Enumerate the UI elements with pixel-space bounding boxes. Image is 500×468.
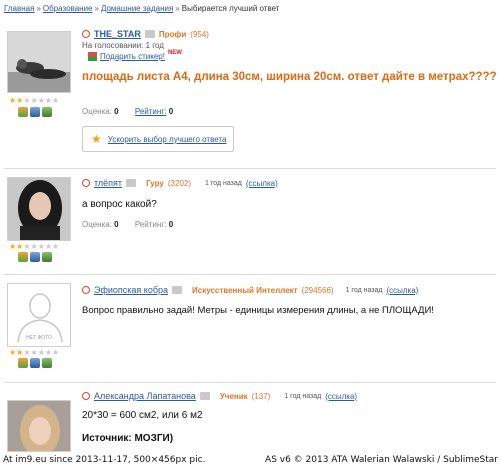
- camera-icon: [30, 252, 40, 262]
- author-rank-count: (294566): [301, 285, 334, 295]
- divider: [4, 168, 496, 169]
- message-icon: [42, 252, 52, 262]
- answer-text: 20*30 = 600 см2, или 6 м2: [82, 410, 203, 421]
- achievement-icon: [18, 358, 28, 368]
- rating-link[interactable]: Рейтинг:: [135, 107, 167, 116]
- author-rank: Искусственный Интеллект: [192, 285, 298, 295]
- mail-icon[interactable]: [144, 30, 155, 38]
- avatar[interactable]: [7, 31, 71, 93]
- user-status-icon: [82, 179, 90, 187]
- avatar-photo: [8, 32, 70, 92]
- breadcrumb-separator: »: [94, 4, 99, 13]
- answer-scores: Оценка: 0 Рейтинг: 0: [82, 220, 173, 229]
- answer-time: 1 год назад: [345, 286, 383, 294]
- answer-text: Вопрос правильно задай! Метры - единицы …: [82, 305, 434, 316]
- answer-author: тлёпят Гуру (3202) 1 год назад (ссылка): [82, 178, 278, 188]
- star-icon: ★: [91, 132, 102, 146]
- gift-sticker-link[interactable]: Подарить стикер!: [100, 52, 165, 61]
- breadcrumb-current: Выбирается лучший ответ: [181, 4, 280, 13]
- answer-time: 1 год назад: [284, 392, 322, 400]
- mail-icon[interactable]: [199, 392, 210, 400]
- user-rating-stars: ★★★★★★★: [9, 96, 60, 105]
- author-rank-count: (954): [190, 29, 209, 39]
- user-status-icon: [82, 30, 90, 38]
- user-rating-stars: ★★★★★★★: [9, 348, 60, 357]
- author-name[interactable]: тлёпят: [94, 178, 122, 188]
- voting-status: На голосовании: 1 год: [82, 41, 164, 50]
- answer-link[interactable]: (ссылка): [386, 286, 418, 295]
- score-value: 0: [114, 220, 119, 229]
- score-label: Оценка:: [82, 220, 112, 229]
- answer-author: Эфиопская кобра Искусственный Интеллект …: [82, 285, 418, 295]
- question-author: THE_STAR Профи (954): [82, 29, 209, 39]
- mail-icon[interactable]: [126, 179, 137, 187]
- divider: [4, 274, 496, 275]
- answer-author: Александра Лапатанова Ученик (137) 1 год…: [82, 391, 357, 401]
- rating-label: Рейтинг:: [134, 220, 167, 229]
- user-rating-stars: ★★★★★★★: [9, 242, 60, 251]
- user-badges: [18, 358, 52, 368]
- watermark-footer: At im9.eu since 2013-11-17, 500×456px pi…: [0, 455, 500, 468]
- score-value: 0: [114, 107, 119, 116]
- answer-text: а вопрос какой?: [82, 199, 157, 210]
- mail-icon[interactable]: [172, 286, 183, 294]
- breadcrumb-education[interactable]: Образование: [43, 4, 93, 13]
- achievement-icon: [18, 107, 28, 117]
- breadcrumb: Главная» Образование» Домашние задания» Выб…: [4, 4, 279, 13]
- author-rank: Гуру: [146, 178, 164, 188]
- divider: [4, 382, 496, 383]
- avatar[interactable]: [7, 400, 71, 452]
- user-status-icon: [82, 392, 90, 400]
- new-badge: NEW: [167, 49, 182, 56]
- gift-sticker[interactable]: Подарить стикер! NEW: [88, 49, 182, 61]
- avatar-photo: [8, 401, 70, 451]
- rating-value: 0: [168, 107, 174, 116]
- avatar[interactable]: [7, 177, 71, 241]
- breadcrumb-home[interactable]: Главная: [4, 4, 34, 13]
- author-name[interactable]: THE_STAR: [94, 29, 141, 39]
- question-text: площадь листа А4, длина 30см, ширина 20с…: [82, 71, 497, 83]
- avatar-photo: [8, 178, 70, 240]
- answer-link[interactable]: (ссылка): [246, 179, 278, 188]
- avatar[interactable]: НЕТ ФОТО: [7, 283, 71, 347]
- rating-value: 0: [168, 220, 174, 229]
- breadcrumb-homework[interactable]: Домашние задания: [101, 4, 173, 13]
- score-label: Оценка:: [82, 107, 112, 116]
- author-rank-count: (137): [251, 391, 271, 401]
- user-status-icon: [82, 286, 90, 294]
- answer-source: Источник: МОЗГИ): [82, 433, 174, 444]
- author-rank-count: (3202): [167, 178, 191, 188]
- speedup-button-label: Ускорить выбор лучшего ответа: [107, 134, 227, 144]
- user-badges: [18, 107, 52, 117]
- camera-icon: [30, 107, 40, 117]
- watermark-right: AS v6 © 2013 ATA Walerian Walawski / Sub…: [265, 455, 498, 465]
- author-rank: Профи: [158, 29, 187, 39]
- gift-icon: [88, 52, 97, 61]
- user-badges: [18, 252, 52, 262]
- breadcrumb-separator: »: [36, 4, 41, 13]
- answer-link[interactable]: (ссылка): [325, 392, 357, 401]
- speedup-button[interactable]: ★ Ускорить выбор лучшего ответа: [82, 126, 234, 152]
- question-scores: Оценка: 0 Рейтинг: 0: [82, 107, 173, 116]
- camera-icon: [30, 358, 40, 368]
- message-icon: [42, 107, 52, 117]
- author-name[interactable]: Эфиопская кобра: [94, 285, 168, 295]
- no-photo-label: НЕТ ФОТО: [26, 335, 52, 341]
- breadcrumb-separator: »: [175, 4, 180, 13]
- author-rank: Ученик: [219, 391, 248, 401]
- answer-time: 1 год назад: [205, 179, 242, 187]
- message-icon: [42, 358, 52, 368]
- watermark-left: At im9.eu since 2013-11-17, 500×456px pi…: [3, 455, 206, 465]
- author-name[interactable]: Александра Лапатанова: [94, 391, 196, 401]
- achievement-icon: [18, 252, 28, 262]
